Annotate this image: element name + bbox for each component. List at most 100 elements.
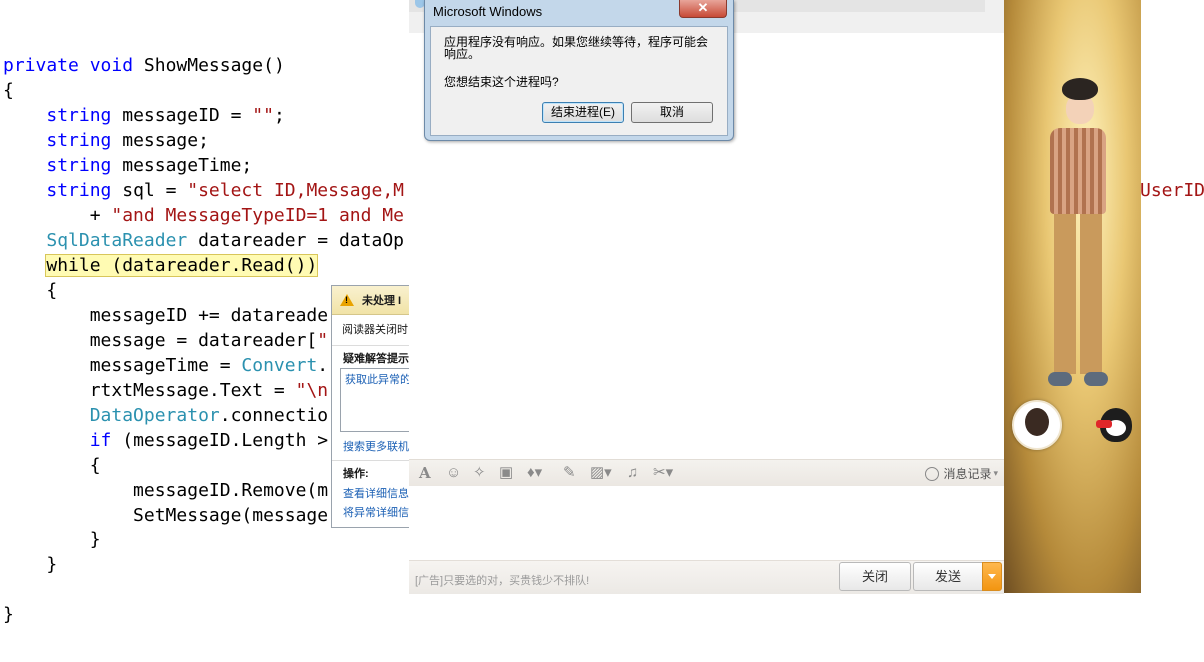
dialog-question: 您想结束这个进程吗? (444, 75, 559, 89)
avatar-figure-body (1050, 128, 1106, 214)
code-token: messageID = (111, 105, 253, 126)
send-button[interactable]: 发送 (913, 562, 983, 591)
dialog-message: 应用程序没有响应。如果您继续等待，程序可能会响应。 (444, 35, 709, 61)
code-token: "select ID,Message,M (187, 180, 404, 201)
exception-assistant-popup: 未处理 I 阅读器关闭时 疑难解答提示 获取此异常的 搜索更多联机 操作: 查看… (331, 285, 412, 528)
troubleshooting-tip-link[interactable]: 获取此异常的 (345, 371, 411, 387)
history-label: 消息记录 (943, 467, 992, 481)
voice-icon[interactable]: ♦▾ (527, 465, 542, 481)
code-line: private void ShowMessage() (3, 53, 285, 78)
code-token: void (89, 55, 134, 76)
emoji-icon[interactable]: ☺ (446, 465, 461, 481)
code-token: Convert (241, 355, 318, 376)
code-token: string (46, 155, 112, 176)
code-line: rtxtMessage.Text = "\n (3, 378, 328, 403)
code-token: .connectio (219, 405, 329, 426)
close-button[interactable]: 关闭 (839, 562, 911, 591)
exception-header: 未处理 I (332, 286, 412, 315)
code-token: } (3, 529, 101, 550)
chevron-down-icon: ▾ (993, 468, 998, 478)
contact-avatar[interactable] (1012, 400, 1062, 450)
code-line: messageID += datareade (3, 303, 328, 328)
code-token: ShowMessage() (133, 55, 285, 76)
code-token: string (46, 180, 112, 201)
code-line: } (3, 527, 101, 552)
exception-message: 阅读器关闭时 (332, 315, 412, 346)
actions-heading: 操作: (343, 468, 369, 480)
avatar-figure-legs (1054, 214, 1102, 374)
code-token: "\n (295, 380, 329, 401)
code-line: message = datareader[" (3, 328, 328, 353)
code-token: ; (273, 105, 285, 126)
search-online-link[interactable]: 搜索更多联机 (343, 438, 409, 454)
code-token: rtxtMessage.Text = (3, 380, 296, 401)
qq-show-panel[interactable] (1004, 0, 1141, 593)
code-token: string (46, 105, 112, 126)
avatar-figure-shoe (1084, 372, 1108, 386)
code-token: SqlDataReader (46, 230, 188, 251)
troubleshooting-box: 获取此异常的 (340, 368, 412, 432)
history-button[interactable]: 消息记录 ▾ (925, 465, 998, 482)
font-icon[interactable]: A (419, 465, 431, 481)
close-icon[interactable]: ✕ (679, 0, 727, 18)
shake-icon[interactable]: ✧ (473, 465, 486, 481)
penguin-scarf (1096, 420, 1112, 428)
dialog-title: Microsoft Windows (433, 4, 543, 19)
copy-details-link[interactable]: 将异常详细信 (343, 504, 409, 520)
scissors-icon[interactable]: ✂▾ (653, 465, 673, 481)
code-line: SqlDataReader datareader = dataOp (3, 228, 404, 253)
code-line: } (3, 602, 14, 627)
code-token: if (89, 430, 112, 451)
cancel-button[interactable]: 取消 (631, 102, 713, 123)
image-icon[interactable]: ▨▾ (590, 465, 612, 481)
code-token: message; (111, 130, 209, 151)
code-line: { (3, 78, 14, 103)
ad-link[interactable]: [广告]只要选的对，买贵钱少不排队! (415, 572, 589, 588)
code-line: string messageTime; (3, 153, 252, 178)
code-line: string messageID = ""; (3, 103, 285, 128)
code-token: { (3, 280, 58, 301)
code-line: + "and MessageTypeID=1 and Me (3, 203, 404, 228)
code-line: { (3, 278, 57, 303)
code-line: messageID.Remove(m (3, 478, 328, 503)
screenshot-icon[interactable]: ▣ (499, 465, 513, 481)
code-token: (messageID.Length > (111, 430, 329, 451)
code-token: + (3, 205, 112, 226)
code-line: messageTime = Convert. (3, 353, 328, 378)
code-token: messageID += datareade (3, 305, 329, 326)
view-details-link[interactable]: 查看详细信息 (343, 485, 409, 501)
message-input[interactable] (409, 486, 1004, 560)
code-token: messageID.Remove(m (3, 480, 329, 501)
avatar-figure-hair (1062, 78, 1098, 100)
code-token: SetMessage(message (3, 505, 329, 526)
edit-icon[interactable]: ✎ (563, 465, 576, 481)
code-token: private (3, 55, 79, 76)
music-icon[interactable]: ♫ (627, 465, 638, 481)
code-token: } (3, 604, 14, 625)
dialog-body: 应用程序没有响应。如果您继续等待，程序可能会响应。 您想结束这个进程吗? 结束进… (430, 26, 728, 136)
code-token: "and MessageTypeID=1 and Me (111, 205, 404, 226)
code-token: datareader = dataOp (187, 230, 404, 251)
code-token: sql = (111, 180, 188, 201)
chat-toolbar: A ☺ ✧ ▣ ♦▾ ✎ ▨▾ ♫ ✂▾ 消息记录 ▾ (409, 459, 1004, 486)
code-overflow-text: UserID= (1140, 180, 1204, 201)
code-line: while (datareader.Read()) (3, 253, 319, 278)
code-token: . (317, 355, 329, 376)
code-token: " (317, 330, 329, 351)
code-token: string (46, 130, 112, 151)
code-line: } (3, 552, 57, 577)
end-process-button[interactable]: 结束进程(E) (542, 102, 624, 123)
code-token: messageTime = (3, 355, 242, 376)
send-options-button[interactable] (982, 562, 1002, 591)
code-line: if (messageID.Length > (3, 428, 328, 453)
warning-icon (340, 294, 354, 306)
code-token: message = datareader[ (3, 330, 318, 351)
code-line: string sql = "select ID,Message,M (3, 178, 404, 203)
code-token: "" (252, 105, 274, 126)
